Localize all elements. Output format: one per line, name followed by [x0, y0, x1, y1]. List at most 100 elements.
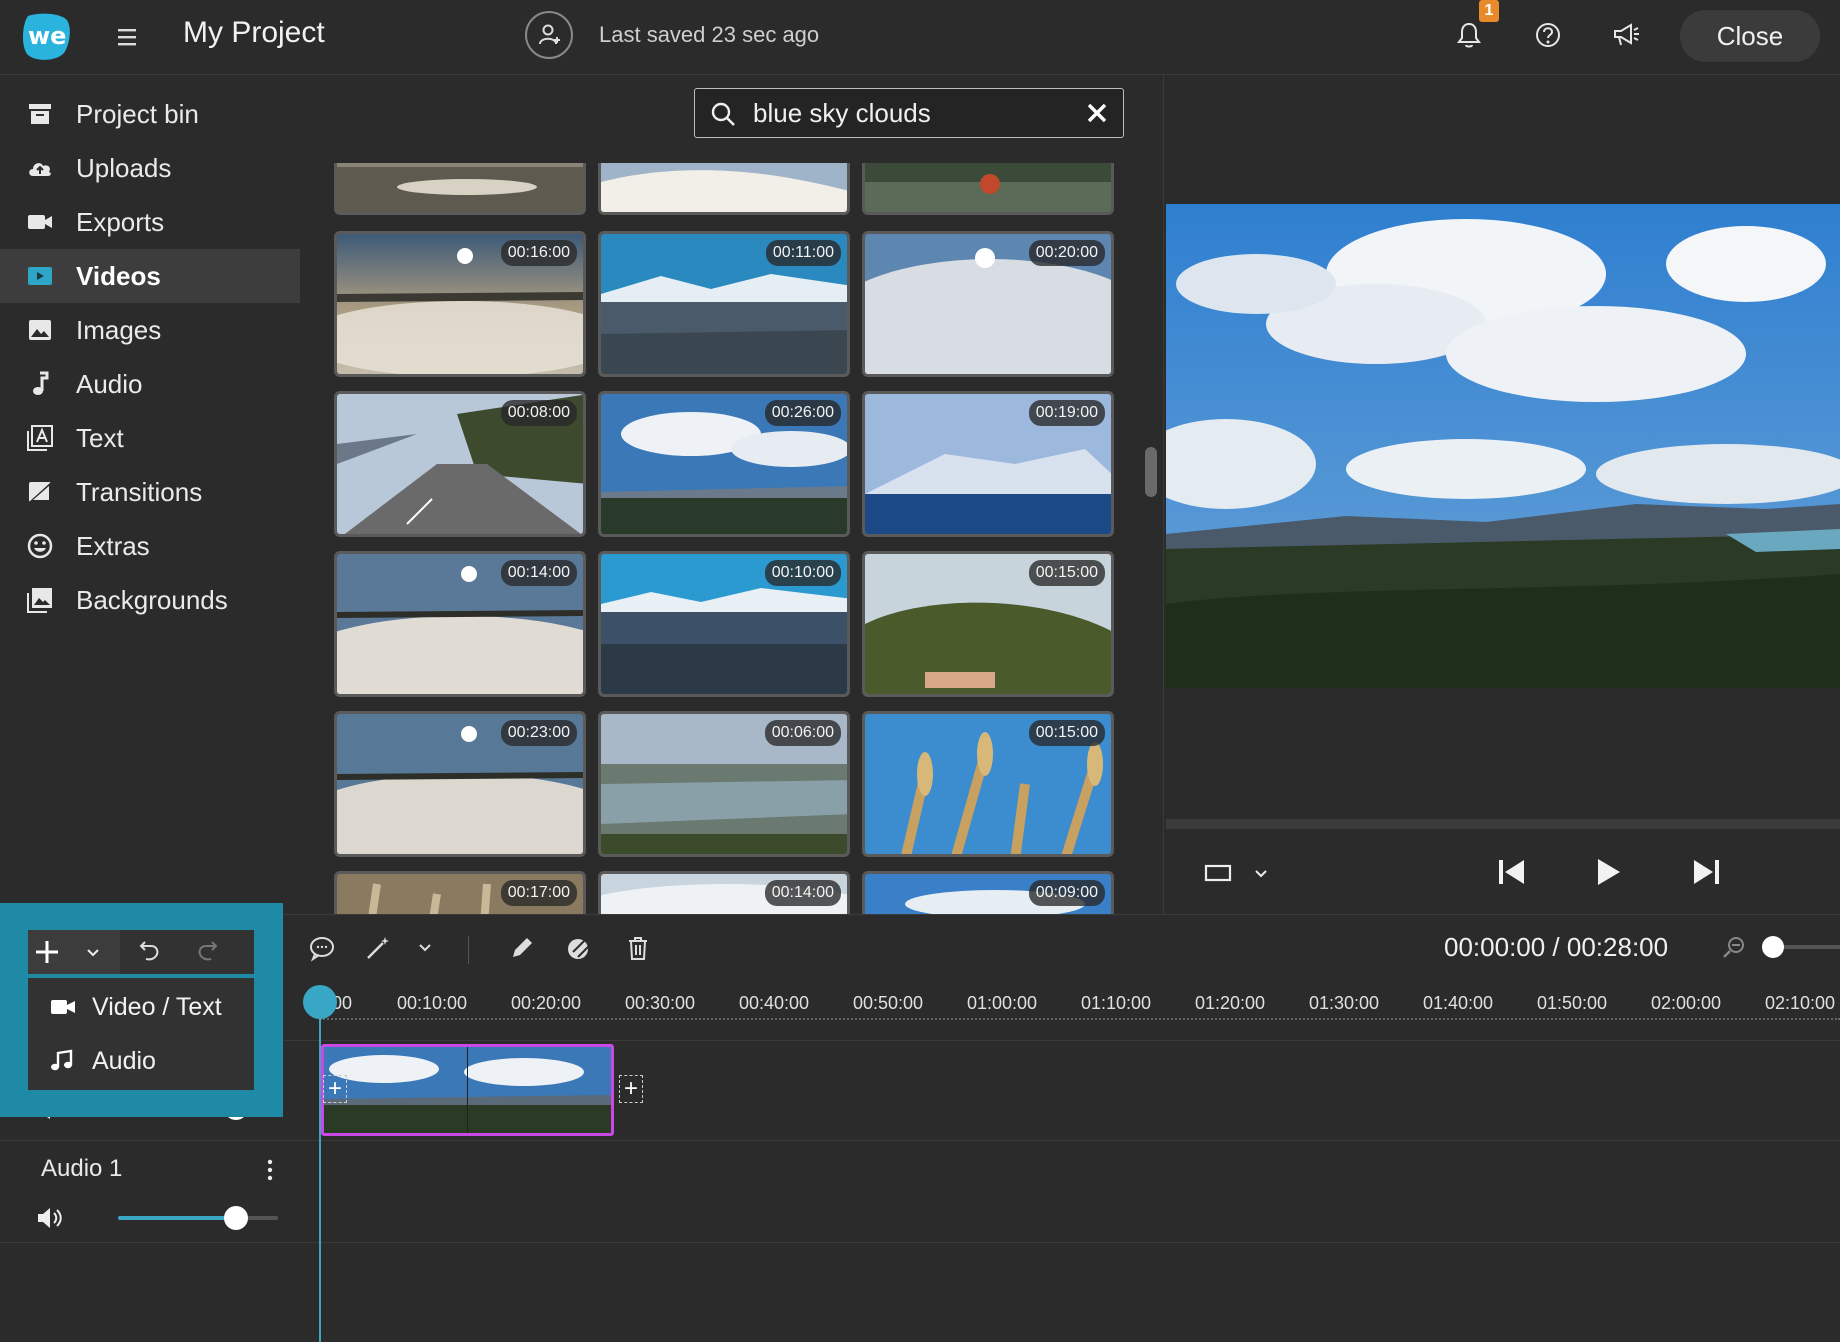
media-thumbnail[interactable]: 00:10:00: [598, 551, 850, 697]
aspect-ratio-dropdown[interactable]: [1252, 864, 1270, 882]
add-video-text-track-item[interactable]: Video / Text: [28, 980, 254, 1034]
close-button[interactable]: Close: [1680, 10, 1820, 62]
media-thumbnail[interactable]: [334, 163, 586, 215]
duration-badge: 00:19:00: [1028, 400, 1105, 426]
media-thumbnail[interactable]: 00:09:00: [862, 871, 1114, 915]
media-thumbnail[interactable]: 00:15:00: [862, 711, 1114, 857]
aspect-ratio-button[interactable]: [1203, 862, 1233, 884]
skip-forward-button[interactable]: [1688, 854, 1724, 890]
delete-button[interactable]: [624, 934, 652, 962]
ruler-label: 01:00:00: [967, 993, 1038, 1013]
sidebar-item-text[interactable]: Text: [0, 411, 300, 465]
menu-icon[interactable]: [112, 22, 142, 52]
ruler-label: 00:20:00: [511, 993, 582, 1013]
media-thumbnail[interactable]: 00:19:00: [862, 391, 1114, 537]
sidebar-item-label: Uploads: [76, 152, 172, 183]
media-thumbnail[interactable]: 00:14:00: [334, 551, 586, 697]
search-box[interactable]: blue sky clouds: [694, 88, 1124, 138]
duration-badge: 00:10:00: [764, 560, 841, 586]
media-thumbnail[interactable]: 00:06:00: [598, 711, 850, 857]
media-thumbnail[interactable]: [862, 163, 1114, 215]
plus-icon: +: [327, 1075, 342, 1102]
backgrounds-icon: [26, 586, 54, 614]
duration-badge: 00:09:00: [1028, 880, 1105, 906]
aspect-ratio-icon: [1204, 864, 1232, 882]
zoom-slider-handle[interactable]: [1762, 936, 1784, 958]
comment-button[interactable]: [308, 934, 336, 962]
media-thumbnail[interactable]: 00:23:00: [334, 711, 586, 857]
media-thumbnail[interactable]: 00:17:00: [334, 871, 586, 915]
media-thumbnail[interactable]: 00:20:00: [862, 231, 1114, 377]
app-logo[interactable]: we: [20, 10, 72, 62]
sidebar-item-audio[interactable]: Audio: [0, 357, 300, 411]
chevron-down-icon: [419, 944, 431, 952]
announcements-button[interactable]: [1609, 18, 1643, 52]
notifications-button[interactable]: [1452, 18, 1486, 52]
redo-button[interactable]: [194, 938, 220, 966]
sidebar-item-exports[interactable]: Exports: [0, 195, 300, 249]
duration-badge: 00:16:00: [500, 240, 577, 266]
add-collaborator-button[interactable]: [525, 11, 573, 59]
track-separator: [0, 1140, 1840, 1141]
video-clip[interactable]: [321, 1044, 614, 1136]
duration-badge: 00:26:00: [764, 400, 841, 426]
ruler-label: 02:10:00: [1765, 993, 1836, 1013]
media-scrollbar[interactable]: [1145, 447, 1157, 497]
playhead-handle[interactable]: [303, 985, 337, 1019]
sidebar-item-extras[interactable]: Extras: [0, 519, 300, 573]
sidebar-item-label: Extras: [76, 530, 150, 561]
fill-button[interactable]: [565, 934, 595, 962]
add-audio-track-item[interactable]: Audio: [28, 1034, 254, 1088]
video-camera-icon: [50, 998, 76, 1016]
timeline-ruler: [320, 1018, 1840, 1020]
sidebar-item-videos[interactable]: Videos: [0, 249, 300, 303]
playback-progress-bar[interactable]: [1166, 819, 1840, 829]
video-camera-icon: [26, 208, 54, 236]
media-thumbnail[interactable]: 00:11:00: [598, 231, 850, 377]
svg-text:we: we: [28, 22, 66, 50]
sidebar-item-uploads[interactable]: Uploads: [0, 141, 300, 195]
video-play-icon: [26, 262, 54, 290]
edit-button[interactable]: [508, 934, 536, 962]
duration-badge: 00:11:00: [765, 240, 841, 266]
audio-track-menu[interactable]: [266, 1158, 274, 1182]
ruler-label: 00:30:00: [625, 993, 696, 1013]
sidebar-item-backgrounds[interactable]: Backgrounds: [0, 573, 300, 627]
search-input[interactable]: blue sky clouds: [753, 98, 931, 129]
play-button[interactable]: [1590, 854, 1626, 890]
sidebar-item-images[interactable]: Images: [0, 303, 300, 357]
media-thumbnail[interactable]: 00:08:00: [334, 391, 586, 537]
sidebar-item-transitions[interactable]: Transitions: [0, 465, 300, 519]
media-thumbnail[interactable]: 00:15:00: [862, 551, 1114, 697]
trash-icon: [629, 937, 647, 960]
audio-volume-handle[interactable]: [224, 1206, 248, 1230]
redo-icon: [198, 941, 218, 961]
skip-to-start-icon: [1499, 860, 1524, 884]
text-icon: [26, 424, 54, 452]
plus-icon: [33, 938, 61, 966]
magic-wand-button[interactable]: [364, 934, 392, 962]
sidebar-item-project-bin[interactable]: Project bin: [0, 87, 300, 141]
media-thumbnail[interactable]: 00:14:00: [598, 871, 850, 915]
add-clip-after-button[interactable]: +: [619, 1075, 643, 1103]
audio-volume-button[interactable]: [36, 1206, 64, 1230]
comment-icon: [310, 937, 334, 962]
media-thumbnail[interactable]: [598, 163, 850, 215]
playhead-line: [319, 1010, 321, 1342]
save-status: Last saved 23 sec ago: [599, 22, 820, 47]
project-title[interactable]: My Project: [183, 16, 325, 50]
video-preview[interactable]: [1166, 204, 1840, 688]
skip-back-button[interactable]: [1494, 854, 1530, 890]
music-note-icon: [50, 1049, 74, 1073]
ruler-label: 01:40:00: [1423, 993, 1494, 1013]
zoom-out-button[interactable]: [1720, 934, 1748, 962]
sidebar-item-label: Audio: [76, 368, 143, 399]
magic-wand-dropdown[interactable]: [416, 938, 434, 956]
add-clip-before-button[interactable]: +: [323, 1075, 347, 1103]
clear-search-icon[interactable]: [1083, 99, 1111, 127]
help-button[interactable]: [1531, 18, 1565, 52]
undo-button[interactable]: [137, 938, 163, 966]
ruler-label: 02:00:00: [1651, 993, 1722, 1013]
media-thumbnail[interactable]: 00:16:00: [334, 231, 586, 377]
media-thumbnail[interactable]: 00:26:00: [598, 391, 850, 537]
